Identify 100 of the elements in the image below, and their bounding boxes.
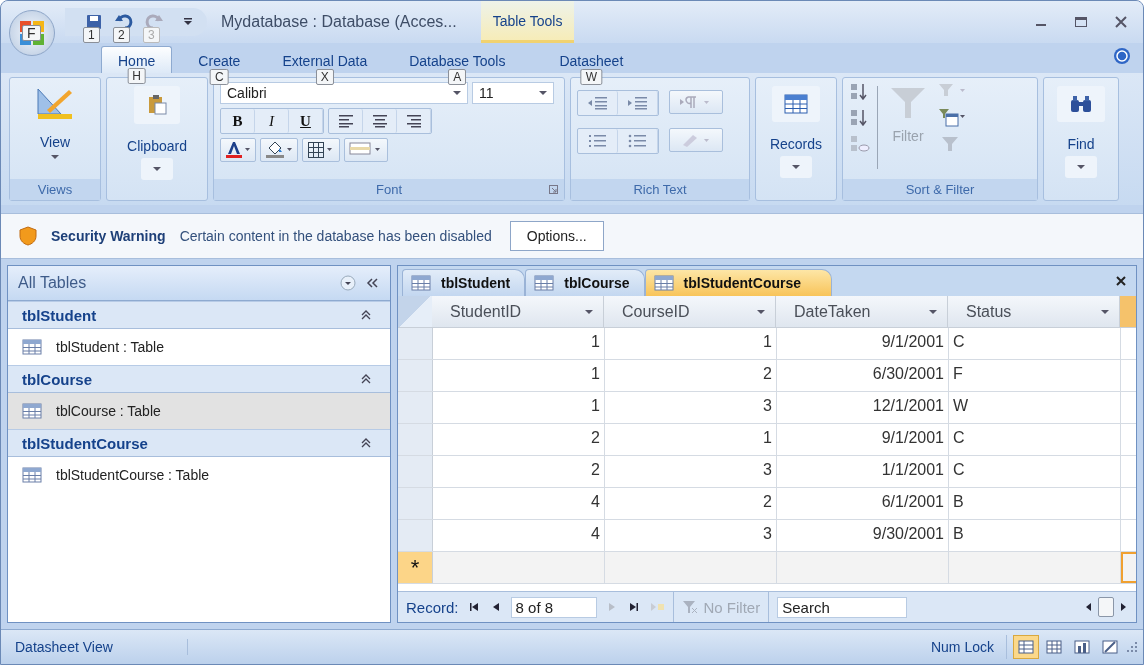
dropdown-icon[interactable] — [340, 275, 356, 291]
close-icon[interactable] — [1114, 274, 1128, 288]
indent-icon — [626, 96, 649, 110]
table-cell: 1 — [605, 424, 777, 455]
format-button[interactable]: U — [289, 109, 323, 133]
maximize-icon[interactable] — [1073, 14, 1089, 30]
group-header[interactable]: tblStudent — [8, 301, 390, 329]
column-header[interactable]: StudentID — [432, 296, 604, 327]
font-name-field[interactable]: Calibri — [220, 82, 468, 104]
keytip: C — [210, 69, 229, 85]
format-button[interactable]: B — [221, 109, 255, 133]
fill-color-button[interactable] — [260, 138, 298, 162]
table-cell: 9/1/2001 — [777, 328, 949, 359]
search-field[interactable]: Search — [777, 596, 908, 618]
chevron-up-icon — [360, 309, 372, 321]
format-button[interactable]: I — [255, 109, 289, 133]
table-cell: 2 — [433, 456, 605, 487]
table-icon — [22, 467, 42, 483]
horizontal-scrollbar[interactable] — [1084, 597, 1128, 617]
align-icon — [405, 114, 422, 128]
keytip: H — [127, 68, 146, 84]
navigation-item[interactable]: tblStudentCourse : Table — [8, 457, 390, 493]
table-cell: 6/30/2001 — [777, 360, 949, 391]
dropdown-arrow-icon[interactable] — [1101, 308, 1109, 315]
table-cell: 9/1/2001 — [777, 424, 949, 455]
funnel-icon — [890, 86, 926, 120]
column-header[interactable]: DateTaken — [776, 296, 948, 327]
scroll-thumb[interactable] — [1098, 597, 1114, 617]
table-cell: C — [949, 328, 1121, 359]
chevron-up-icon — [360, 437, 372, 449]
customize-icon[interactable] — [183, 17, 193, 27]
record-number-field[interactable]: 8 of 8 — [510, 596, 597, 618]
grid-icon — [307, 141, 335, 159]
table-icon — [653, 275, 674, 291]
options-button[interactable]: Options... — [509, 221, 604, 251]
navigation-item[interactable]: tblStudent : Table — [8, 329, 390, 365]
dialog-launcher-icon[interactable] — [549, 185, 558, 194]
table-cell: 2 — [605, 488, 777, 519]
grid-icon — [1046, 640, 1062, 654]
group-header[interactable]: tblStudentCourse — [8, 429, 390, 457]
table-cell: 3 — [605, 456, 777, 487]
funnel-icon — [681, 600, 698, 614]
dropdown-arrow-icon[interactable] — [757, 308, 765, 315]
new-record-marker[interactable]: * — [398, 552, 433, 583]
group-label: Font — [214, 179, 564, 200]
close-icon[interactable] — [1113, 14, 1129, 30]
table-cell: W — [949, 392, 1121, 423]
document-tab[interactable]: tblStudentCourse — [644, 269, 832, 296]
scroll-left-icon[interactable] — [1084, 601, 1094, 613]
dropdown-arrow-icon[interactable] — [539, 90, 547, 96]
shield-icon — [19, 226, 37, 246]
table-cell: C — [949, 456, 1121, 487]
keytip: A — [448, 69, 467, 85]
warning-message: Certain content in the database has been disabled — [179, 228, 492, 244]
table-cell: 4 — [433, 488, 605, 519]
view-button[interactable]: View — [16, 82, 94, 172]
gridlines-button[interactable] — [302, 138, 340, 162]
dropdown-arrow-icon[interactable] — [51, 154, 59, 160]
chart-icon — [1074, 640, 1090, 654]
table-cell: B — [949, 520, 1121, 551]
column-header[interactable]: CourseID — [604, 296, 776, 327]
table-cell: 1 — [433, 392, 605, 423]
keytip: X — [315, 69, 334, 85]
dropdown-arrow-icon[interactable] — [585, 308, 593, 315]
scroll-right-icon[interactable] — [1118, 601, 1128, 613]
office-button[interactable]: F — [9, 10, 55, 56]
font-color-button[interactable] — [220, 138, 256, 162]
chevron-up-icon — [360, 373, 372, 385]
contextual-tab-title: Table Tools — [480, 1, 575, 43]
dropdown-arrow-icon[interactable] — [453, 90, 461, 96]
group-label: Sort & Filter — [843, 179, 1037, 200]
help-icon[interactable] — [1113, 47, 1131, 65]
table-icon — [22, 403, 42, 419]
table-cell: C — [949, 424, 1121, 455]
paint-bucket-icon — [265, 141, 293, 159]
num-lock-indicator: Num Lock — [930, 639, 995, 655]
record-label: Record: — [406, 598, 459, 616]
font-size-field[interactable]: 11 — [472, 82, 554, 104]
group-label: Rich Text — [571, 179, 749, 200]
align-icon — [337, 114, 354, 128]
table-icon — [22, 339, 42, 355]
paste-icon — [134, 86, 180, 124]
navigation-item[interactable]: tblCourse : Table — [8, 393, 390, 429]
table-cell: 1 — [433, 328, 605, 359]
keytip: 3 — [143, 27, 160, 43]
table-cell: F — [949, 360, 1121, 391]
bullet-list-icon — [626, 134, 649, 148]
binoculars-icon — [1057, 86, 1105, 122]
group-header[interactable]: tblCourse — [8, 365, 390, 393]
group-label: Views — [10, 179, 100, 200]
resize-grip-icon[interactable] — [1125, 640, 1139, 654]
ruler-pencil-icon — [35, 86, 75, 122]
document-tab[interactable]: tblStudent — [402, 269, 526, 296]
table-cell: 1 — [605, 328, 777, 359]
dropdown-arrow-icon[interactable] — [929, 308, 937, 315]
table-icon — [1018, 640, 1034, 654]
table-cell: 12/1/2001 — [777, 392, 949, 423]
datasheet-view-button[interactable] — [1013, 635, 1039, 659]
document-tab[interactable]: tblCourse — [525, 269, 645, 296]
advanced-filter-icon[interactable] — [938, 108, 968, 128]
